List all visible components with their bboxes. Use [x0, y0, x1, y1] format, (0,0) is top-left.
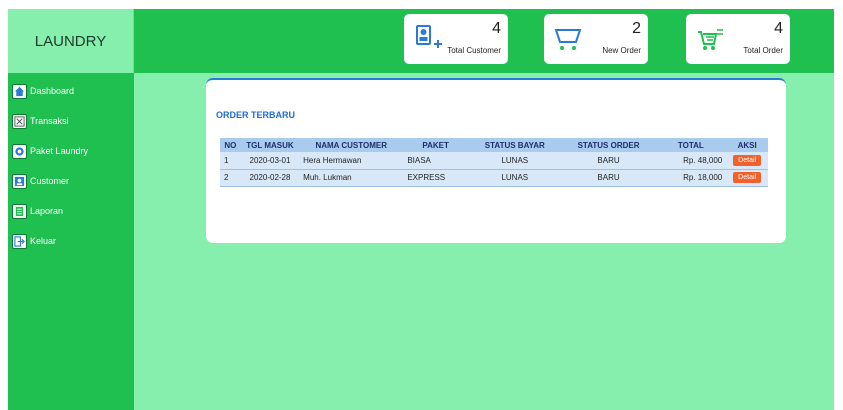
col-no: NO [220, 138, 241, 152]
sidebar-item-customer[interactable]: Customer [12, 171, 132, 191]
detail-button[interactable]: Detail [733, 154, 762, 166]
table-header-row: NO TGL MASUK NAMA CUSTOMER PAKET STATUS … [220, 138, 768, 152]
col-status-bayar: STATUS BAYAR [467, 138, 562, 152]
cell-tgl-masuk: 2020-02-28 [240, 169, 300, 187]
col-total: TOTAL [655, 138, 727, 152]
package-icon [12, 143, 27, 159]
table-row: 1 2020-03-01 Hera Hermawan BIASA LUNAS B… [220, 152, 768, 170]
cell-total: Rp. 18,000 [655, 169, 727, 187]
sidebar-item-label: Transaksi [30, 116, 69, 126]
sidebar-item-dashboard[interactable]: Dashboard [12, 81, 132, 101]
col-tgl-masuk: TGL MASUK [240, 138, 300, 152]
stat-value: 4 [774, 20, 783, 37]
cell-no: 1 [220, 152, 241, 170]
stat-label: Total Customer [447, 46, 501, 55]
cart-list-icon [698, 29, 723, 50]
cell-status-bayar: LUNAS [467, 169, 562, 187]
stat-value: 4 [492, 20, 501, 37]
sidebar-item-label: Laporan [30, 206, 64, 216]
sidebar-menu: Dashboard Transaksi Paket Laundry Custom… [12, 81, 132, 261]
sidebar-item-laporan[interactable]: Laporan [12, 201, 132, 221]
brand-title: LAUNDRY [8, 9, 134, 73]
add-user-icon [416, 25, 442, 48]
stat-label: New Order [602, 46, 641, 55]
cell-total: Rp. 48,000 [655, 152, 727, 170]
transaction-icon [12, 113, 27, 129]
sidebar-item-paket-laundry[interactable]: Paket Laundry [12, 141, 132, 161]
orders-table: NO TGL MASUK NAMA CUSTOMER PAKET STATUS … [220, 138, 768, 187]
cell-status-order: BARU [561, 152, 656, 170]
top-bar: 4 Total Customer 2 New Order 4 Total Ord… [134, 9, 834, 73]
sidebar-item-keluar[interactable]: Keluar [12, 231, 132, 251]
sidebar-item-label: Customer [30, 176, 70, 186]
orders-panel: ORDER TERBARU NO TGL MASUK NAMA CUSTOMER… [206, 78, 786, 243]
detail-button[interactable]: Detail [733, 172, 762, 183]
stat-card-new-order[interactable]: 2 New Order [544, 14, 648, 64]
logout-icon [12, 233, 27, 249]
customer-icon [12, 173, 27, 189]
cell-status-order: BARU [561, 169, 656, 187]
cart-icon [554, 29, 582, 50]
col-status-order: STATUS ORDER [561, 138, 656, 152]
home-icon [12, 83, 27, 99]
cell-paket: BIASA [403, 152, 468, 170]
app-frame: LAUNDRY Dashboard Transaksi Paket Laundr… [8, 9, 834, 410]
cell-status-bayar: LUNAS [467, 152, 562, 170]
cell-tgl-masuk: 2020-03-01 [240, 152, 300, 170]
sidebar-item-label: Paket Laundry [30, 146, 89, 156]
report-icon [12, 203, 27, 219]
cell-aksi: Detail [726, 169, 768, 187]
col-aksi: AKSI [726, 138, 768, 152]
sidebar-item-label: Dashboard [30, 86, 75, 96]
cell-paket: EXPRESS [403, 169, 468, 187]
cell-no: 2 [220, 169, 241, 187]
sidebar-item-label: Keluar [30, 236, 57, 246]
cell-aksi: Detail [726, 152, 768, 170]
cell-nama-customer: Muh. Lukman [299, 169, 404, 187]
sidebar-item-transaksi[interactable]: Transaksi [12, 111, 132, 131]
stat-card-total-customer[interactable]: 4 Total Customer [404, 14, 508, 64]
stat-label: Total Order [743, 46, 783, 55]
col-paket: PAKET [403, 138, 468, 152]
stat-value: 2 [632, 20, 641, 37]
cell-nama-customer: Hera Hermawan [299, 152, 404, 170]
sidebar: LAUNDRY Dashboard Transaksi Paket Laundr… [8, 9, 134, 410]
stat-card-total-order[interactable]: 4 Total Order [686, 14, 790, 64]
col-nama-customer: NAMA CUSTOMER [299, 138, 404, 152]
table-row: 2 2020-02-28 Muh. Lukman EXPRESS LUNAS B… [220, 169, 768, 187]
panel-title: ORDER TERBARU [216, 110, 296, 120]
